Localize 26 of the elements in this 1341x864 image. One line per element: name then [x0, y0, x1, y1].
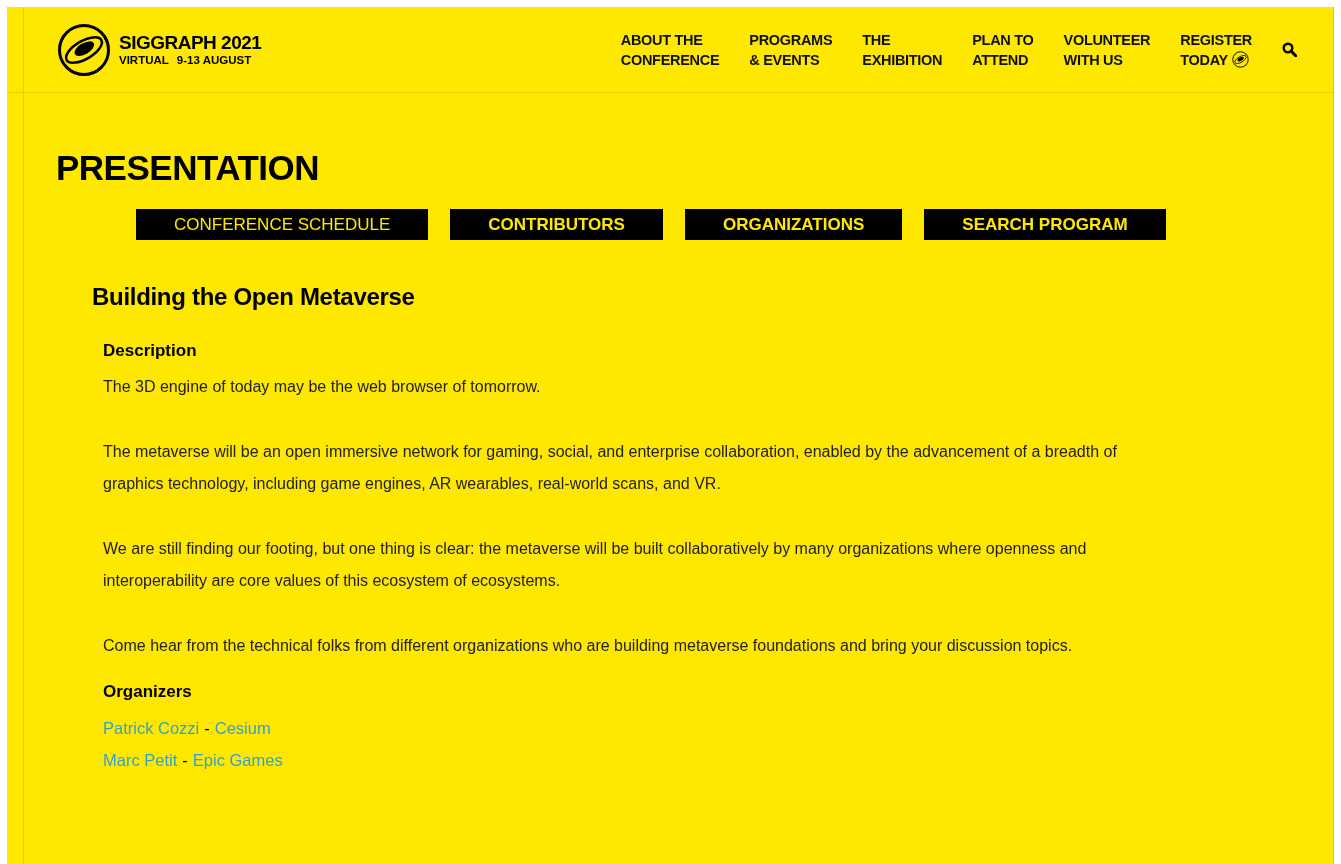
section-heading: Description — [103, 341, 198, 361]
logo-dates: 9-13 AUGUST — [176, 54, 252, 66]
tab[interactable]: SEARCH PROGRAM — [924, 209, 1166, 240]
tab[interactable]: CONFERENCE SCHEDULE — [136, 209, 429, 240]
description-paragraph: We are still finding our footing, but one thing is clear: the metaverse will be built collaboratively by many organizations where openness and interoperability are core values of this ecosystem of ecosystems. — [103, 539, 1088, 591]
nav-link[interactable]: PLAN TO ATTEND — [972, 29, 1034, 70]
tab[interactable]: CONTRIBUTORS — [450, 209, 663, 240]
page-title: PRESENTATION — [56, 147, 320, 189]
nav-link[interactable]: THE EXHIBITION — [862, 29, 943, 70]
separator: - — [204, 718, 210, 739]
description-paragraph: The 3D engine of today may be the web browser of tomorrow. — [103, 377, 542, 397]
nav-link[interactable]: VOLUNTEER WITH US — [1063, 29, 1151, 70]
description-paragraph: The metaverse will be an open immersive network for gaming, social, and enterprise collaboration, enabled by the advancement of a breadth of graphics technology, including game engines, AR wearables, real-world scans, and VR. — [103, 442, 1118, 494]
separator: - — [182, 750, 188, 771]
logo-icon — [57, 22, 111, 77]
tab[interactable]: ORGANIZATIONS — [684, 209, 903, 240]
logo-subtitle: VIRTUAL — [119, 54, 169, 66]
section-heading: Organizers — [103, 682, 193, 702]
nav-link[interactable]: PROGRAMS & EVENTS — [749, 29, 833, 70]
nav-link[interactable]: REGISTER TODAY — [1180, 29, 1252, 70]
presentation-title: Building the Open Metaverse — [92, 282, 416, 312]
description-paragraph: Come hear from the technical folks from different organizations who are building metaverse foundations and bring your discussion topics. — [103, 636, 1074, 656]
logo-title: SIGGRAPH 2021 — [119, 33, 262, 52]
badge-icon — [1231, 51, 1249, 68]
nav-link[interactable]: ABOUT THE CONFERENCE — [620, 29, 720, 70]
search-icon[interactable] — [1282, 42, 1297, 57]
